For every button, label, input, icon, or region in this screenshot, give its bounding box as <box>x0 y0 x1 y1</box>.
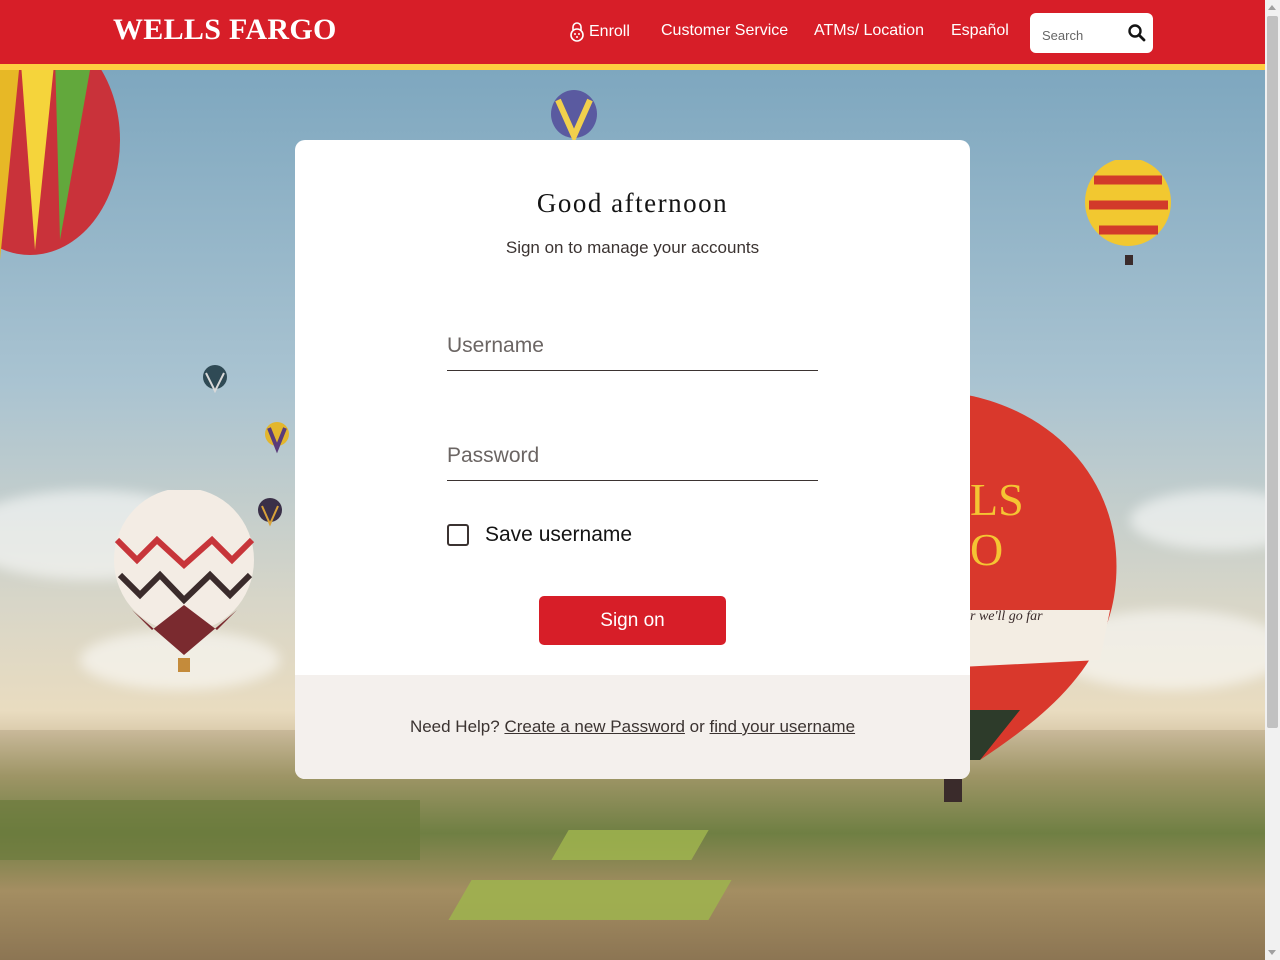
save-username-label[interactable]: Save username <box>485 523 632 547</box>
help-prefix: Need Help? <box>409 717 500 736</box>
balloon-yellow-right <box>1085 160 1171 265</box>
save-username-row[interactable]: Save username <box>447 523 632 547</box>
password-field <box>447 436 818 481</box>
nav-customer-service[interactable]: Customer Service <box>661 22 788 40</box>
nav-atm-location[interactable]: ATMs/ Location <box>814 22 924 40</box>
balloon-tiny-1 <box>203 365 227 394</box>
top-header: WELLS FARGO Enroll Customer Service ATMs… <box>0 0 1265 64</box>
signon-subtitle: Sign on to manage your accounts <box>505 238 760 257</box>
nav-enroll[interactable]: Enroll <box>569 22 630 42</box>
padlock-icon <box>570 22 584 42</box>
svg-text:r we'll go far: r we'll go far <box>970 609 1043 624</box>
balloon-tiny-2 <box>265 422 289 454</box>
signon-card: Good afternoon Sign on to manage your ac… <box>295 140 970 779</box>
find-username-link[interactable]: find your username <box>710 717 856 737</box>
save-username-checkbox[interactable] <box>447 524 469 546</box>
search-box <box>1030 13 1153 53</box>
scroll-up-arrow-icon[interactable] <box>1268 5 1276 10</box>
password-input[interactable] <box>447 436 818 476</box>
nav-enroll-label: Enroll <box>589 23 630 40</box>
greeting-heading: Good afternoon <box>536 188 729 218</box>
help-footer: Need Help? Create a new Password or find… <box>295 675 970 779</box>
scrollbar-thumb[interactable] <box>1267 16 1278 728</box>
nav-espanol[interactable]: Español <box>951 22 1009 40</box>
help-or: or <box>689 717 705 736</box>
search-input[interactable] <box>1040 23 1124 47</box>
search-icon[interactable] <box>1127 23 1147 43</box>
username-input[interactable] <box>447 326 818 366</box>
balloon-small-top <box>551 90 597 142</box>
create-password-link[interactable]: Create a new Password <box>504 717 684 737</box>
balloon-large-left <box>0 70 120 260</box>
username-field <box>447 326 818 371</box>
balloon-chevron <box>114 490 255 672</box>
svg-text:O: O <box>970 524 1003 575</box>
vertical-scrollbar[interactable] <box>1265 0 1280 960</box>
balloon-tiny-3 <box>258 498 282 527</box>
wells-fargo-logo[interactable]: WELLS FARGO <box>113 13 337 47</box>
header-accent-stripe <box>0 64 1265 70</box>
svg-text:LS: LS <box>970 474 1024 525</box>
sign-on-button[interactable]: Sign on <box>539 596 726 645</box>
scroll-down-arrow-icon[interactable] <box>1268 950 1276 955</box>
